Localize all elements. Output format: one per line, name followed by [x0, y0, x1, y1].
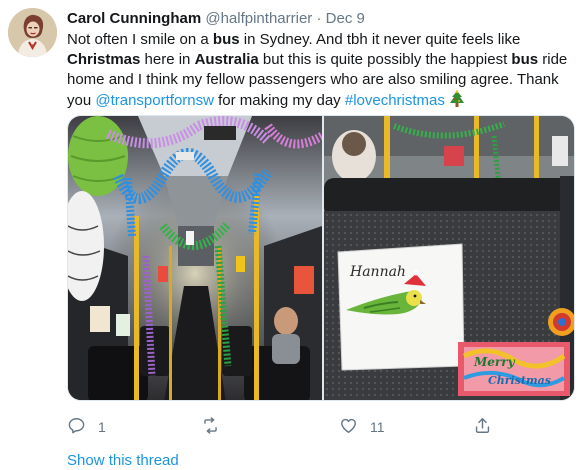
highlight-keyword: bus [212, 31, 240, 48]
header-separator: · [316, 10, 322, 27]
reply-icon [67, 416, 86, 438]
photo-bus-interior[interactable] [68, 116, 322, 400]
reply-button[interactable]: 1 [67, 417, 106, 437]
reply-count: 1 [98, 419, 106, 435]
tweet-text-segment: Not often I smile on a [67, 31, 213, 48]
tweet-text: Not often I smile on a bus in Sydney. An… [67, 30, 572, 114]
hashtag-link[interactable]: #lovechristmas [345, 92, 445, 109]
user-handle[interactable]: @halfpintharrier [205, 10, 312, 27]
like-button[interactable]: 11 [339, 417, 385, 437]
tweet-text-segment: but this is quite possibly the happiest [258, 51, 512, 68]
card-text-merry: Merry [473, 355, 516, 369]
drawing-name-label: Hannah [349, 264, 406, 280]
show-thread-link[interactable]: Show this thread [67, 451, 179, 470]
mention-link[interactable]: @transportfornsw [95, 92, 214, 109]
tweet: Carol Cunningham @halfpintharrier · Dec … [0, 0, 584, 470]
christmas-tree-icon [449, 90, 465, 114]
tweet-date[interactable]: Dec 9 [326, 10, 365, 27]
tweet-text-segment: for making my day [213, 92, 345, 109]
highlight-keyword: bus [511, 51, 539, 68]
tweet-actions: 1 11 [67, 417, 547, 437]
card-text-christmas: Christmas [488, 374, 551, 387]
avatar[interactable] [8, 8, 57, 57]
share-button[interactable] [473, 417, 492, 437]
retweet-button[interactable] [201, 417, 232, 437]
heart-icon [339, 416, 358, 438]
highlight-keyword: Australia [194, 51, 259, 68]
photo-seat-drawing[interactable]: Hannah Merry Christmas [324, 116, 574, 400]
tweet-header: Carol Cunningham @halfpintharrier · Dec … [67, 9, 365, 29]
tweet-text-segment: here in [140, 51, 195, 68]
retweet-icon [201, 416, 220, 438]
tweet-media: Hannah Merry Christmas [67, 115, 575, 401]
share-icon [473, 416, 492, 438]
display-name[interactable]: Carol Cunningham [67, 10, 201, 27]
tweet-text-segment: in Sydney. And tbh it never quite feels … [239, 31, 521, 48]
like-count: 11 [370, 419, 385, 435]
highlight-keyword: Christmas [67, 51, 141, 68]
